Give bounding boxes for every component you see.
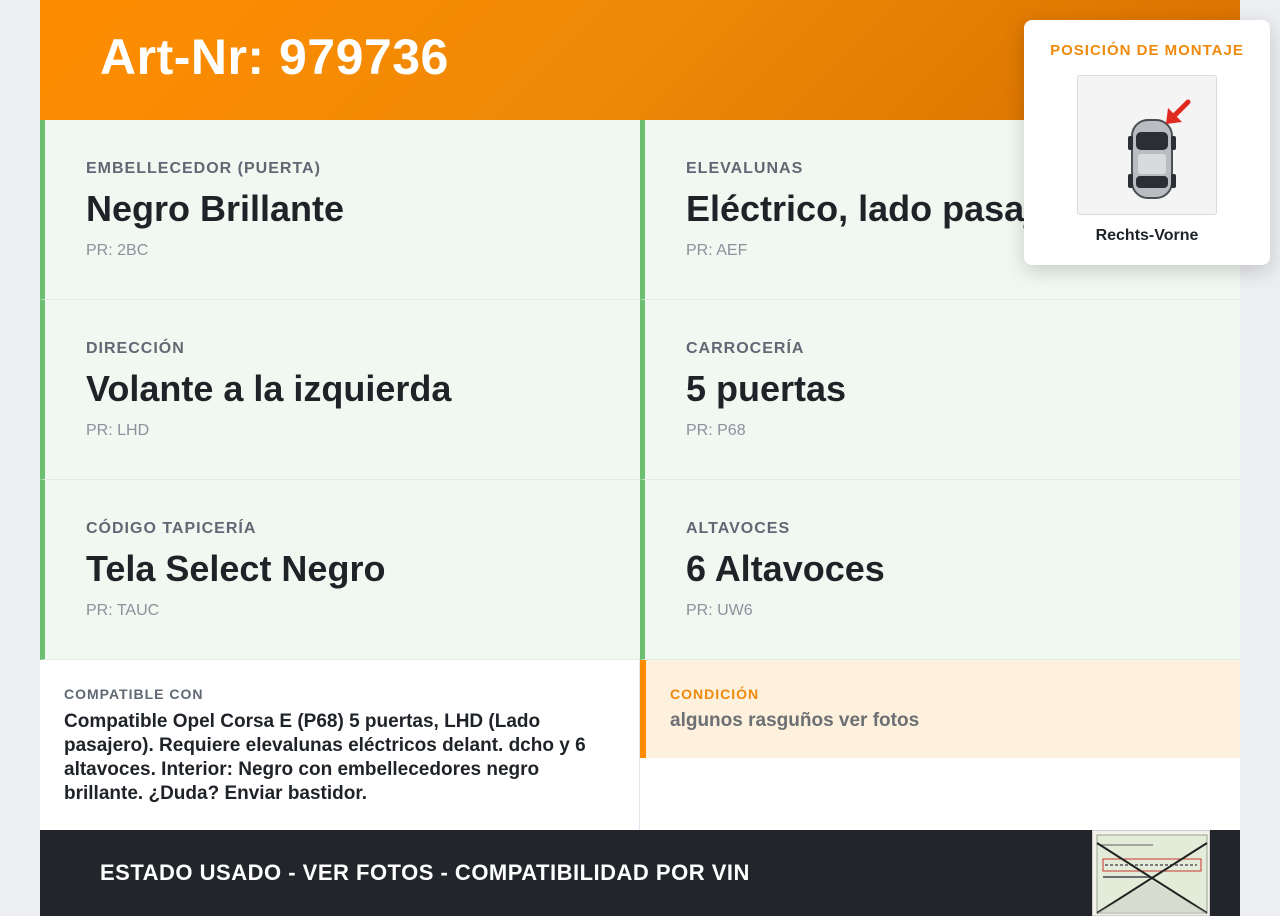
spec-speakers: ALTAVOCES 6 Altavoces PR: UW6 xyxy=(640,480,1240,660)
mounting-position-title: POSICIÓN DE MONTAJE xyxy=(1050,42,1244,59)
mounting-position-popup: POSICIÓN DE MONTAJE Rechts-Vorne xyxy=(1024,20,1270,265)
car-position-image xyxy=(1077,75,1217,215)
footer-banner: ESTADO USADO - VER FOTOS - COMPATIBILIDA… xyxy=(100,860,750,885)
spec-door-trim: EMBELLECEDOR (PUERTA) Negro Brillante PR… xyxy=(40,120,640,300)
condition-label: CONDICIÓN xyxy=(670,686,760,702)
compatibility-text: Compatible Opel Corsa E (P68) 5 puertas,… xyxy=(64,711,586,804)
spec-value: 6 Altavoces xyxy=(686,548,885,589)
spec-label: EMBELLECEDOR (PUERTA) xyxy=(86,160,321,177)
spec-pr-code: PR: TAUC xyxy=(86,602,160,619)
spec-pr-code: PR: LHD xyxy=(86,422,150,439)
product-sheet: Art-Nr: 979736 EMBELLECEDOR (PUERTA) Neg… xyxy=(40,0,1270,916)
footer-bar: ESTADO USADO - VER FOTOS - COMPATIBILIDA… xyxy=(40,830,1240,916)
condition-panel: CONDICIÓN algunos rasguños ver fotos xyxy=(640,660,1240,758)
spec-value: Negro Brillante xyxy=(86,188,345,229)
spec-value: Tela Select Negro xyxy=(86,548,386,589)
spec-label: DIRECCIÓN xyxy=(86,340,185,357)
spec-pr-code: PR: UW6 xyxy=(686,602,753,619)
vin-document-thumbnail[interactable] xyxy=(1092,830,1210,916)
spec-steering: DIRECCIÓN Volante a la izquierda PR: LHD xyxy=(40,300,640,480)
car-top-view-icon xyxy=(1128,99,1191,199)
spec-pr-code: PR: P68 xyxy=(686,422,746,439)
article-number-title: Art-Nr: 979736 xyxy=(100,29,449,85)
spec-value: 5 puertas xyxy=(686,368,847,409)
spec-pr-code: PR: 2BC xyxy=(86,242,149,259)
spec-label: CÓDIGO TAPICERÍA xyxy=(86,520,257,537)
condition-text: algunos rasguños ver fotos xyxy=(670,710,920,731)
spec-upholstery: CÓDIGO TAPICERÍA Tela Select Negro PR: T… xyxy=(40,480,640,660)
spec-value: Volante a la izquierda xyxy=(86,368,452,409)
compatibility-label: COMPATIBLE CON xyxy=(64,686,204,702)
spec-label: ALTAVOCES xyxy=(686,520,791,537)
position-arrow-icon xyxy=(1166,99,1191,124)
spec-label: CARROCERÍA xyxy=(686,340,805,357)
spec-body: CARROCERÍA 5 puertas PR: P68 xyxy=(640,300,1240,480)
compatibility-panel: COMPATIBLE CON Compatible Opel Corsa E (… xyxy=(40,660,640,830)
vin-document-image xyxy=(1093,831,1209,915)
mounting-position-value: Rechts-Vorne xyxy=(1095,227,1199,244)
